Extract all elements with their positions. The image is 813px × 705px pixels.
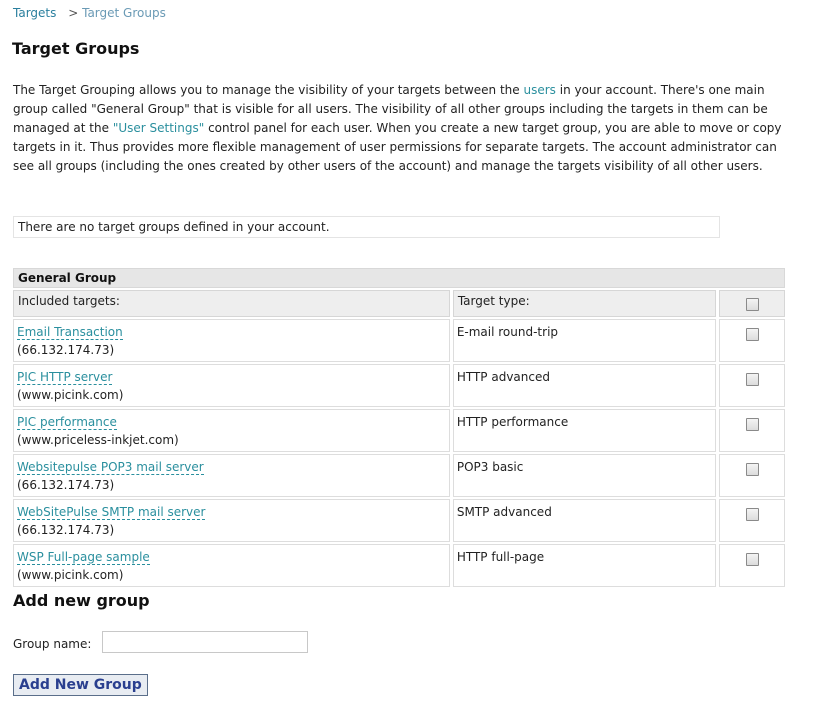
breadcrumb: Targets > Target Groups: [13, 6, 166, 20]
checkbox-cell: [719, 454, 785, 497]
breadcrumb-separator: >: [68, 6, 79, 20]
user-settings-link[interactable]: "User Settings": [113, 121, 204, 135]
breadcrumb-targets-link[interactable]: Targets: [13, 6, 56, 20]
users-link[interactable]: users: [523, 83, 555, 97]
checkbox-cell: [719, 409, 785, 452]
table-row: WebSitePulse SMTP mail server (66.132.174…: [13, 499, 785, 542]
target-checkbox[interactable]: [745, 418, 759, 431]
checkbox-cell: [719, 499, 785, 542]
select-all-checkbox[interactable]: [745, 298, 759, 311]
no-groups-notice: There are no target groups defined in yo…: [13, 216, 720, 238]
breadcrumb-current: Target Groups: [82, 6, 166, 20]
target-checkbox[interactable]: [745, 508, 759, 521]
checkbox-cell: [719, 319, 785, 362]
target-type: HTTP full-page: [452, 544, 717, 587]
target-name-link[interactable]: Email Transaction: [17, 325, 123, 340]
target-host: (www.picink.com): [17, 568, 124, 582]
target-cell: Email Transaction (66.132.174.73): [13, 319, 450, 362]
add-group-title: Add new group: [13, 591, 150, 610]
target-cell: WSP Full-page sample (www.picink.com): [13, 544, 450, 587]
general-group-title: General Group: [13, 268, 785, 288]
table-row: WSP Full-page sample (www.picink.com) HTTP…: [13, 544, 785, 587]
target-name-link[interactable]: WSP Full-page sample: [17, 550, 150, 565]
target-type: POP3 basic: [452, 454, 717, 497]
checkbox-cell: [719, 364, 785, 407]
target-cell: Websitepulse POP3 mail server (66.132.174…: [13, 454, 450, 497]
target-cell: PIC performance (www.priceless-inkjet.com…: [13, 409, 450, 452]
targets-list: Email Transaction (66.132.174.73) E-mail r…: [13, 319, 785, 587]
target-type-header: Target type:: [452, 290, 717, 317]
target-type: E-mail round-trip: [452, 319, 717, 362]
target-name-link[interactable]: PIC HTTP server: [17, 370, 113, 385]
target-checkbox[interactable]: [745, 328, 759, 341]
page-title: Target Groups: [12, 39, 140, 58]
target-host: (66.132.174.73): [17, 478, 115, 492]
target-cell: WebSitePulse SMTP mail server (66.132.174…: [13, 499, 450, 542]
table-row: Email Transaction (66.132.174.73) E-mail r…: [13, 319, 785, 362]
table-row: PIC performance (www.priceless-inkjet.com…: [13, 409, 785, 452]
included-targets-header: Included targets:: [13, 290, 450, 317]
group-name-input[interactable]: [102, 631, 308, 653]
target-host: (www.priceless-inkjet.com): [17, 433, 179, 447]
target-checkbox[interactable]: [745, 373, 759, 386]
table-row: PIC HTTP server (www.picink.com) HTTP adva…: [13, 364, 785, 407]
group-name-label: Group name:: [13, 637, 92, 651]
add-new-group-button[interactable]: Add New Group: [13, 674, 148, 696]
target-type: SMTP advanced: [452, 499, 717, 542]
target-host: (www.picink.com): [17, 388, 124, 402]
target-name-link[interactable]: PIC performance: [17, 415, 117, 430]
target-type: HTTP advanced: [452, 364, 717, 407]
target-name-link[interactable]: WebSitePulse SMTP mail server: [17, 505, 206, 520]
target-checkbox[interactable]: [745, 463, 759, 476]
select-all-cell: [719, 290, 785, 317]
table-row: Websitepulse POP3 mail server (66.132.174…: [13, 454, 785, 497]
checkbox-cell: [719, 544, 785, 587]
target-cell: PIC HTTP server (www.picink.com): [13, 364, 450, 407]
intro-part-1: The Target Grouping allows you to manage…: [13, 83, 524, 97]
target-name-link[interactable]: Websitepulse POP3 mail server: [17, 460, 204, 475]
target-checkbox[interactable]: [745, 553, 759, 566]
target-type: HTTP performance: [452, 409, 717, 452]
target-host: (66.132.174.73): [17, 523, 115, 537]
target-host: (66.132.174.73): [17, 343, 115, 357]
intro-text: The Target Grouping allows you to manage…: [13, 81, 793, 176]
general-group-table: General Group Included targets: Target t…: [10, 266, 788, 589]
